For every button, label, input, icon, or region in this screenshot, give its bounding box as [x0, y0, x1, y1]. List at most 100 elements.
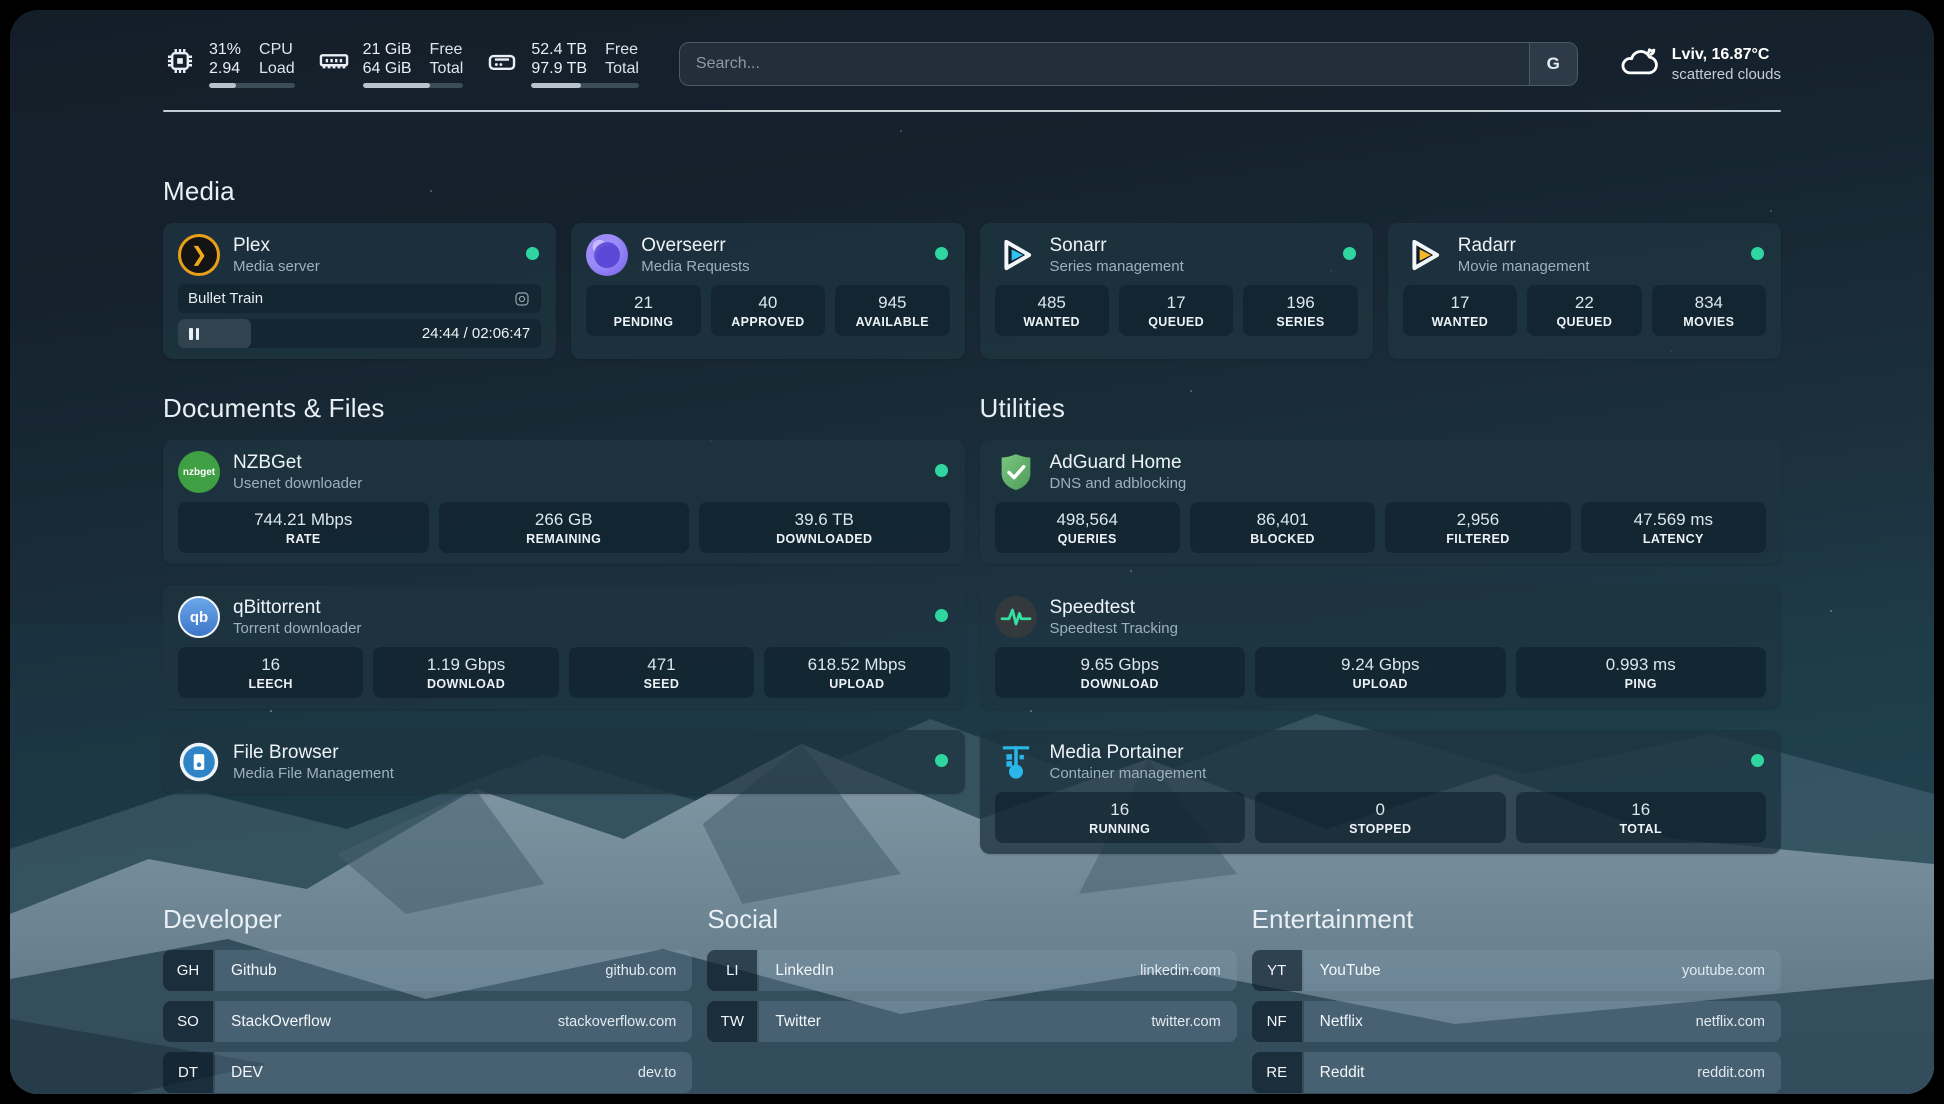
- portainer-icon: [995, 741, 1037, 783]
- playback-progress-bar[interactable]: 24:44 / 02:06:47: [178, 319, 541, 348]
- bookmark-netflix[interactable]: NF Netflix netflix.com: [1252, 1001, 1781, 1042]
- bookmark-url: stackoverflow.com: [558, 1014, 676, 1030]
- service-description: Torrent downloader: [233, 619, 361, 638]
- service-card-filebrowser[interactable]: File Browser Media File Management: [163, 730, 965, 794]
- stat-running: 16 RUNNING: [995, 792, 1246, 843]
- bookmark-abbr: SO: [163, 1001, 213, 1042]
- section-title-media: Media: [163, 176, 1781, 207]
- qbittorrent-icon: qb: [178, 596, 220, 638]
- bookmark-name: YouTube: [1320, 962, 1381, 980]
- bookmark-twitter[interactable]: TW Twitter twitter.com: [707, 1001, 1236, 1042]
- status-dot: [1751, 754, 1764, 767]
- service-card-speedtest[interactable]: Speedtest Speedtest Tracking 9.65 Gbps D…: [980, 585, 1782, 709]
- bookmark-dev[interactable]: DT DEV dev.to: [163, 1052, 692, 1093]
- service-card-sonarr[interactable]: Sonarr Series management 485 WANTED 17 Q…: [980, 223, 1373, 359]
- top-bar: 31% 2.94 CPU Load: [163, 10, 1781, 88]
- disk-total-label: Total: [605, 59, 639, 78]
- section-title-utilities: Utilities: [980, 393, 1782, 424]
- status-dot: [1343, 247, 1356, 260]
- service-description: Speedtest Tracking: [1050, 619, 1178, 638]
- stat-total: 16 TOTAL: [1516, 792, 1767, 843]
- overseerr-icon: [586, 234, 628, 276]
- header-divider: [163, 110, 1781, 112]
- playback-time: 24:44 / 02:06:47: [422, 325, 530, 342]
- stat-filtered: 2,956 FILTERED: [1385, 502, 1570, 553]
- bookmark-abbr: TW: [707, 1001, 757, 1042]
- service-stats: 744.21 Mbps RATE 266 GB REMAINING 39.6 T…: [178, 502, 950, 553]
- service-description: Movie management: [1458, 257, 1590, 276]
- media-cards-row: ❯ Plex Media server Bullet Train: [163, 223, 1781, 359]
- service-card-portainer[interactable]: Media Portainer Container management 16 …: [980, 730, 1782, 854]
- service-name: AdGuard Home: [1050, 451, 1187, 474]
- bookmark-url: github.com: [605, 963, 676, 979]
- stat-seed: 471 SEED: [569, 647, 754, 698]
- stat-pending: 21 PENDING: [586, 285, 700, 336]
- status-dot: [935, 247, 948, 260]
- status-dot: [935, 754, 948, 767]
- bookmark-reddit[interactable]: RE Reddit reddit.com: [1252, 1052, 1781, 1093]
- service-card-overseerr[interactable]: Overseerr Media Requests 21 PENDING 40 A…: [571, 223, 964, 359]
- cpu-usage-value: 31%: [209, 40, 241, 59]
- bookmark-stackoverflow[interactable]: SO StackOverflow stackoverflow.com: [163, 1001, 692, 1042]
- disk-total-value: 97.9 TB: [531, 59, 587, 78]
- service-card-qbittorrent[interactable]: qb qBittorrent Torrent downloader 16 LEE…: [163, 585, 965, 709]
- status-dot: [935, 464, 948, 477]
- adguard-icon: [995, 451, 1037, 493]
- service-card-adguard[interactable]: AdGuard Home DNS and adblocking 498,564 …: [980, 440, 1782, 564]
- cpu-usage-label: CPU: [259, 40, 295, 59]
- stat-available: 945 AVAILABLE: [835, 285, 949, 336]
- search-input[interactable]: [680, 43, 1529, 85]
- bookmark-url: netflix.com: [1696, 1014, 1765, 1030]
- service-name: Media Portainer: [1050, 741, 1207, 764]
- bookmark-group-title: Entertainment: [1252, 904, 1781, 935]
- cpu-progress-bar: [209, 83, 295, 88]
- bookmark-name: DEV: [231, 1064, 263, 1082]
- stat-approved: 40 APPROVED: [711, 285, 825, 336]
- memory-widget: 21 GiB 64 GiB Free Total: [317, 40, 464, 88]
- service-stats: 9.65 Gbps DOWNLOAD 9.24 Gbps UPLOAD 0.99…: [995, 647, 1767, 698]
- service-name: qBittorrent: [233, 596, 361, 619]
- search-bar: G: [679, 42, 1578, 86]
- service-stats: 16 LEECH 1.19 Gbps DOWNLOAD 471 SEED: [178, 647, 950, 698]
- service-description: Series management: [1050, 257, 1184, 276]
- bookmark-name: Reddit: [1320, 1064, 1365, 1082]
- filebrowser-icon: [178, 741, 220, 783]
- service-stats: 17 WANTED 22 QUEUED 834 MOVIES: [1403, 285, 1766, 336]
- service-description: Media File Management: [233, 764, 394, 783]
- service-name: Overseerr: [641, 234, 749, 257]
- service-name: File Browser: [233, 741, 394, 764]
- stat-leech: 16 LEECH: [178, 647, 363, 698]
- cloud-icon: [1618, 41, 1660, 88]
- stat-wanted: 17 WANTED: [1403, 285, 1517, 336]
- service-card-plex[interactable]: ❯ Plex Media server Bullet Train: [163, 223, 556, 359]
- service-card-nzbget[interactable]: nzbget NZBGet Usenet downloader 744.21 M…: [163, 440, 965, 564]
- dashboard-screen: 31% 2.94 CPU Load: [10, 10, 1934, 1094]
- nzbget-icon: nzbget: [178, 451, 220, 493]
- service-name: Plex: [233, 234, 320, 257]
- radarr-icon: [1403, 234, 1445, 276]
- service-stats: 498,564 QUERIES 86,401 BLOCKED 2,956 FIL…: [995, 502, 1767, 553]
- bookmark-abbr: RE: [1252, 1052, 1302, 1093]
- bookmark-name: StackOverflow: [231, 1013, 331, 1031]
- stat-upload: 618.52 Mbps UPLOAD: [764, 647, 949, 698]
- bookmark-abbr: NF: [1252, 1001, 1302, 1042]
- now-playing-video-icon: [513, 290, 531, 308]
- memory-free-value: 21 GiB: [363, 40, 412, 59]
- service-card-radarr[interactable]: Radarr Movie management 17 WANTED 22 QUE…: [1388, 223, 1781, 359]
- bookmark-youtube[interactable]: YT YouTube youtube.com: [1252, 950, 1781, 991]
- section-title-documents: Documents & Files: [163, 393, 965, 424]
- speedtest-icon: [995, 596, 1037, 638]
- now-playing-title: Bullet Train: [188, 290, 513, 307]
- search-provider-button[interactable]: G: [1529, 43, 1577, 85]
- bookmark-linkedin[interactable]: LI LinkedIn linkedin.com: [707, 950, 1236, 991]
- resource-widgets: 31% 2.94 CPU Load: [163, 40, 639, 88]
- stat-wanted: 485 WANTED: [995, 285, 1109, 336]
- bookmark-name: LinkedIn: [775, 962, 834, 980]
- cpu-icon: [163, 44, 197, 78]
- stat-series: 196 SERIES: [1243, 285, 1357, 336]
- bookmark-github[interactable]: GH Github github.com: [163, 950, 692, 991]
- weather-widget[interactable]: Lviv, 16.87°C scattered clouds: [1618, 41, 1781, 88]
- bookmark-url: youtube.com: [1682, 963, 1765, 979]
- stat-queued: 17 QUEUED: [1119, 285, 1233, 336]
- memory-total-label: Total: [430, 59, 464, 78]
